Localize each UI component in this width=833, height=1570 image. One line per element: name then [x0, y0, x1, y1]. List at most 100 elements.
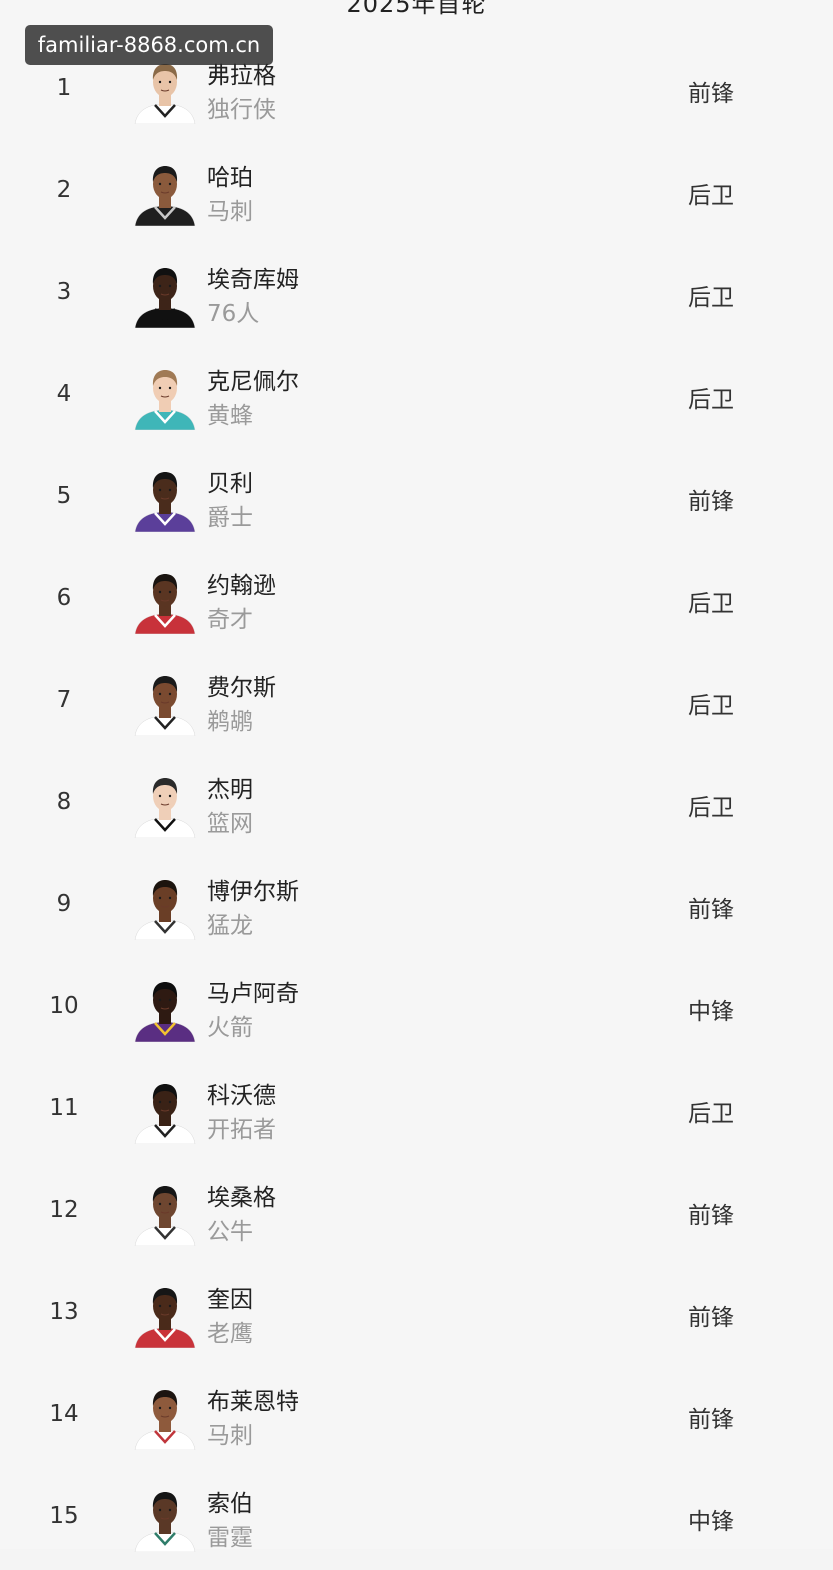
player-name[interactable]: 马卢阿奇 — [207, 974, 299, 1008]
player-position: 前锋 — [688, 81, 734, 107]
player-row[interactable]: 14 布莱恩特 马刺 前锋 — [0, 1366, 833, 1468]
player-position: 前锋 — [688, 1203, 734, 1229]
player-avatar[interactable] — [133, 364, 197, 430]
player-name[interactable]: 哈珀 — [207, 158, 253, 192]
player-headshot-icon — [134, 472, 196, 532]
player-avatar[interactable] — [133, 466, 197, 532]
player-name[interactable]: 奎因 — [207, 1280, 253, 1314]
player-name[interactable]: 索伯 — [207, 1484, 253, 1518]
player-avatar[interactable] — [133, 976, 197, 1042]
player-row[interactable]: 2 哈珀马刺 后卫 — [0, 142, 833, 244]
draft-list-page: 2025年首轮 familiar-8868.com.cn 1 弗拉格 独行侠 前锋 2 哈… — [0, 0, 833, 1552]
draft-pick-number: 4 — [56, 381, 72, 407]
player-row[interactable]: 5 贝利爵士 前锋 — [0, 448, 833, 550]
player-position: 前锋 — [688, 897, 734, 923]
player-name[interactable]: 布莱恩特 — [207, 1382, 299, 1416]
player-headshot-icon — [134, 370, 196, 430]
player-headshot-icon — [134, 1390, 196, 1450]
player-row[interactable]: 3 埃奇库姆 76人 后卫 — [0, 244, 833, 346]
draft-pick-number: 10 — [49, 993, 79, 1019]
player-position: 前锋 — [688, 1305, 734, 1331]
player-row[interactable]: 9 博伊尔斯猛龙 前锋 — [0, 856, 833, 958]
player-position: 后卫 — [688, 693, 734, 719]
player-avatar[interactable] — [133, 1486, 197, 1552]
player-team: 76人 — [207, 301, 260, 327]
player-team: 开拓者 — [207, 1117, 276, 1143]
player-team: 篮网 — [207, 811, 253, 837]
player-avatar[interactable] — [133, 1180, 197, 1246]
player-position: 后卫 — [688, 591, 734, 617]
player-team: 马刺 — [207, 1423, 253, 1449]
player-name[interactable]: 费尔斯 — [207, 668, 276, 702]
player-avatar[interactable] — [133, 58, 197, 124]
player-avatar[interactable] — [133, 1078, 197, 1144]
player-name[interactable]: 杰明 — [207, 770, 253, 804]
player-row[interactable]: 15 索伯雷霆 中锋 — [0, 1468, 833, 1570]
draft-pick-number: 9 — [56, 891, 72, 917]
player-row[interactable]: 8 杰明篮网 后卫 — [0, 754, 833, 856]
draft-pick-number: 8 — [56, 789, 72, 815]
player-position: 后卫 — [688, 285, 734, 311]
draft-pick-number: 15 — [49, 1503, 79, 1529]
player-name[interactable]: 约翰逊 — [207, 566, 276, 600]
player-position: 中锋 — [688, 999, 734, 1025]
draft-pick-number: 13 — [49, 1299, 79, 1325]
player-avatar[interactable] — [133, 874, 197, 940]
player-name[interactable]: 贝利 — [207, 464, 253, 498]
player-headshot-icon — [134, 1084, 196, 1144]
draft-pick-number: 1 — [56, 75, 72, 101]
player-team: 马刺 — [207, 199, 253, 225]
player-team: 独行侠 — [207, 97, 276, 123]
player-row[interactable]: 4 克尼佩尔 黄蜂 后卫 — [0, 346, 833, 448]
player-name[interactable]: 博伊尔斯 — [207, 872, 299, 906]
player-name[interactable]: 埃桑格 — [207, 1178, 276, 1212]
player-headshot-icon — [134, 778, 196, 838]
player-headshot-icon — [134, 1492, 196, 1552]
player-team: 雷霆 — [207, 1525, 253, 1551]
draft-pick-number: 3 — [56, 279, 72, 305]
player-row[interactable]: 7 费尔斯 鹈鹕 后卫 — [0, 652, 833, 754]
player-headshot-icon — [134, 1186, 196, 1246]
draft-pick-number: 14 — [49, 1401, 79, 1427]
player-team: 火箭 — [207, 1015, 253, 1041]
player-headshot-icon — [134, 268, 196, 328]
draft-pick-number: 11 — [49, 1095, 79, 1121]
player-position: 中锋 — [688, 1509, 734, 1535]
player-row[interactable]: 12 埃桑格公牛 前锋 — [0, 1162, 833, 1264]
player-team: 奇才 — [207, 607, 253, 633]
player-team: 鹈鹕 — [207, 709, 253, 735]
player-row[interactable]: 6 约翰逊奇才 后卫 — [0, 550, 833, 652]
player-avatar[interactable] — [133, 160, 197, 226]
page-title: 2025年首轮 — [346, 0, 487, 18]
player-row[interactable]: 11 科沃德 开拓者 后卫 — [0, 1060, 833, 1162]
player-avatar[interactable] — [133, 772, 197, 838]
player-headshot-icon — [134, 1288, 196, 1348]
player-headshot-icon — [134, 676, 196, 736]
player-position: 后卫 — [688, 183, 734, 209]
player-headshot-icon — [134, 574, 196, 634]
draft-pick-number: 2 — [56, 177, 72, 203]
player-position: 后卫 — [688, 795, 734, 821]
player-team: 猛龙 — [207, 913, 253, 939]
draft-pick-number: 6 — [56, 585, 72, 611]
player-name[interactable]: 埃奇库姆 — [207, 260, 299, 294]
watermark: familiar-8868.com.cn — [25, 25, 273, 65]
player-team: 老鹰 — [207, 1321, 253, 1347]
player-team: 黄蜂 — [207, 403, 253, 429]
player-name[interactable]: 克尼佩尔 — [207, 362, 299, 396]
player-avatar[interactable] — [133, 1282, 197, 1348]
player-list: 1 弗拉格 独行侠 前锋 2 哈珀 马刺 后卫 3 埃奇库姆 76人 后卫 4 克尼佩尔 黄蜂 后卫 5 贝利 爵士… — [0, 40, 833, 1570]
player-position: 前锋 — [688, 489, 734, 515]
player-team: 爵士 — [207, 505, 253, 531]
player-team: 公牛 — [207, 1219, 253, 1245]
draft-pick-number: 5 — [56, 483, 72, 509]
player-row[interactable]: 13 奎因老鹰 前锋 — [0, 1264, 833, 1366]
player-headshot-icon — [134, 982, 196, 1042]
player-avatar[interactable] — [133, 568, 197, 634]
draft-pick-number: 12 — [49, 1197, 79, 1223]
player-avatar[interactable] — [133, 1384, 197, 1450]
player-avatar[interactable] — [133, 670, 197, 736]
player-avatar[interactable] — [133, 262, 197, 328]
player-name[interactable]: 科沃德 — [207, 1076, 276, 1110]
player-row[interactable]: 10 马卢阿奇火箭 中锋 — [0, 958, 833, 1060]
